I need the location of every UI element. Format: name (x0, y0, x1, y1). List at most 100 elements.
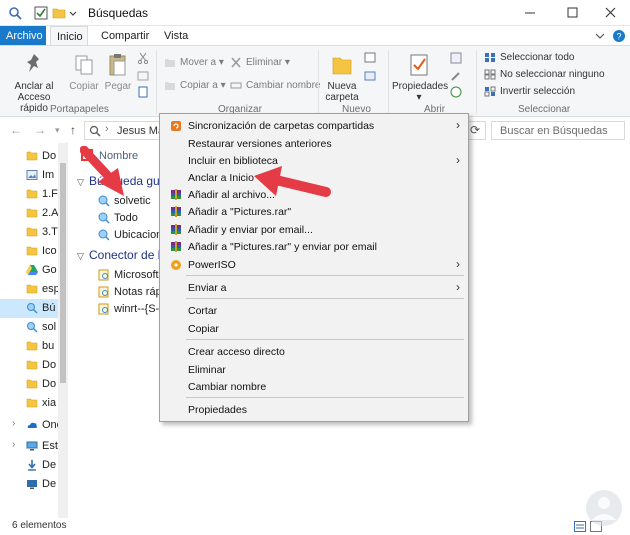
easy-access-icon[interactable] (364, 70, 378, 82)
history-icon[interactable] (450, 86, 462, 98)
select-all-label: Seleccionar todo (500, 52, 575, 63)
sidebar-item[interactable]: bu (0, 337, 58, 356)
sidebar-item-label: sol (42, 321, 57, 333)
google-drive-icon (26, 265, 38, 275)
properties-check-icon[interactable] (34, 6, 48, 20)
edit-icon[interactable] (450, 70, 462, 82)
rename-button[interactable]: Cambiar nombre (230, 79, 320, 93)
sidebar-item-label: 2.A (42, 207, 58, 219)
tab-vista[interactable]: Vista (158, 26, 194, 46)
sidebar-item-label: Do (42, 359, 57, 371)
up-arrow-icon[interactable]: ↑ (70, 123, 76, 137)
search-input[interactable]: Buscar en Búsquedas (491, 121, 625, 140)
breadcrumb-chevron-icon[interactable]: › (105, 123, 109, 135)
nav-scrollbar[interactable] (58, 143, 68, 518)
address-bar[interactable]: › Jesus Mar (84, 121, 168, 140)
maximize-icon (567, 7, 578, 18)
tab-compartir[interactable]: Compartir (95, 26, 155, 46)
context-menu-label: Sincronización de carpetas compartidas (188, 120, 375, 132)
sidebar-item[interactable]: 1.F (0, 185, 58, 204)
paste-shortcut-icon[interactable] (137, 86, 149, 98)
properties-button[interactable]: Propiedades ▾ (392, 52, 449, 103)
winrar-icon (171, 224, 181, 235)
sidebar-item[interactable]: Go (0, 261, 58, 280)
minimize-button[interactable] (510, 0, 550, 26)
folder-icon (26, 208, 38, 218)
context-menu-item[interactable]: Añadir y enviar por email... (162, 222, 466, 239)
sidebar-item[interactable]: Ico (0, 242, 58, 261)
move-to-label: Mover a (180, 57, 217, 68)
sidebar-item[interactable]: 3.T (0, 223, 58, 242)
chevron-right-icon[interactable]: › (12, 418, 15, 429)
new-folder-icon[interactable] (52, 6, 66, 20)
back-arrow-icon[interactable]: ← (10, 123, 22, 137)
help-icon[interactable]: ? (612, 29, 626, 43)
paste-button[interactable]: Pegar (102, 52, 134, 92)
properties-label: Propiedades (392, 81, 449, 92)
group-header[interactable]: ▽ Conector de b (77, 248, 164, 262)
chevron-down-icon[interactable] (68, 6, 78, 20)
sidebar-item-label: Este (42, 440, 58, 452)
close-button[interactable] (592, 0, 630, 26)
tab-archivo[interactable]: Archivo (0, 26, 46, 46)
winrar-icon (171, 206, 181, 217)
folder-icon (26, 360, 38, 370)
sidebar-item[interactable]: Do (0, 356, 58, 375)
context-menu-item[interactable]: Cortar (162, 303, 466, 320)
chevron-right-icon[interactable]: › (12, 439, 15, 450)
delete-button[interactable]: Eliminar ▾ (230, 56, 290, 70)
sidebar-item[interactable]: sol (0, 318, 58, 337)
sidebar-item[interactable]: Im (0, 166, 58, 185)
sidebar-item[interactable]: Bú (0, 299, 58, 318)
recent-locations-icon[interactable]: ▾ (55, 125, 60, 136)
title-bar: Búsquedas (0, 0, 630, 26)
sidebar-item[interactable]: › One (0, 416, 58, 435)
context-menu-item[interactable]: Restaurar versiones anteriores (162, 136, 466, 153)
collapse-ribbon-icon[interactable] (594, 31, 606, 41)
sidebar-item[interactable]: xia (0, 394, 58, 413)
forward-arrow-icon[interactable]: → (34, 123, 46, 137)
context-menu-item[interactable]: Copiar (162, 321, 466, 338)
move-to-button[interactable]: Mover a ▾ (164, 56, 224, 70)
context-menu-item[interactable]: Enviar a › (162, 280, 466, 297)
sidebar-item[interactable]: esp (0, 280, 58, 299)
new-item-icon[interactable] (364, 52, 378, 64)
new-folder-button[interactable]: Nueva carpeta (324, 52, 360, 103)
cut-icon[interactable] (137, 52, 149, 64)
sidebar-item[interactable]: De (0, 456, 58, 475)
ribbon-divider (318, 50, 319, 114)
context-menu-item[interactable]: Sincronización de carpetas compartidas › (162, 118, 466, 135)
context-menu-item[interactable]: Cambiar nombre (162, 379, 466, 396)
submenu-arrow-icon: › (456, 257, 460, 271)
select-all-button[interactable]: Seleccionar todo (484, 51, 575, 65)
context-menu-item[interactable]: Propiedades (162, 402, 466, 419)
sidebar-item[interactable]: De (0, 475, 58, 494)
invert-selection-button[interactable]: Invertir selección (484, 85, 575, 99)
copy-button[interactable]: Copiar (68, 52, 100, 92)
select-none-button[interactable]: No seleccionar ninguno (484, 68, 605, 82)
sidebar-item[interactable]: Do (0, 147, 58, 166)
context-menu-label: Cortar (188, 305, 218, 317)
context-menu-item[interactable]: Añadir a "Pictures.rar" (162, 204, 466, 221)
copy-to-button[interactable]: Copiar a ▾ (164, 79, 226, 93)
sidebar-item[interactable]: Do (0, 375, 58, 394)
context-menu-item[interactable]: Eliminar (162, 362, 466, 379)
invert-selection-icon (484, 86, 496, 97)
context-menu-item[interactable]: PowerISO › (162, 257, 466, 274)
maximize-button[interactable] (552, 0, 592, 26)
explorer-icon[interactable] (8, 6, 22, 20)
group-seleccionar: Seleccionar (518, 104, 571, 115)
context-menu-label: Eliminar (188, 364, 226, 376)
open-icon[interactable] (450, 52, 462, 64)
context-menu-label: Añadir a "Pictures.rar" (188, 206, 292, 218)
group-portapapeles: Portapapeles (50, 104, 109, 115)
sidebar-item[interactable]: › Este (0, 437, 58, 456)
tab-inicio[interactable]: Inicio (50, 26, 88, 46)
copy-path-icon[interactable] (137, 70, 149, 82)
svg-text:?: ? (616, 32, 621, 42)
rename-icon (230, 82, 242, 89)
context-menu-item[interactable]: Añadir a "Pictures.rar" y enviar por ema… (162, 239, 466, 256)
nav-scrollbar-thumb[interactable] (60, 163, 66, 383)
context-menu-item[interactable]: Crear acceso directo (162, 344, 466, 361)
sidebar-item[interactable]: 2.A (0, 204, 58, 223)
